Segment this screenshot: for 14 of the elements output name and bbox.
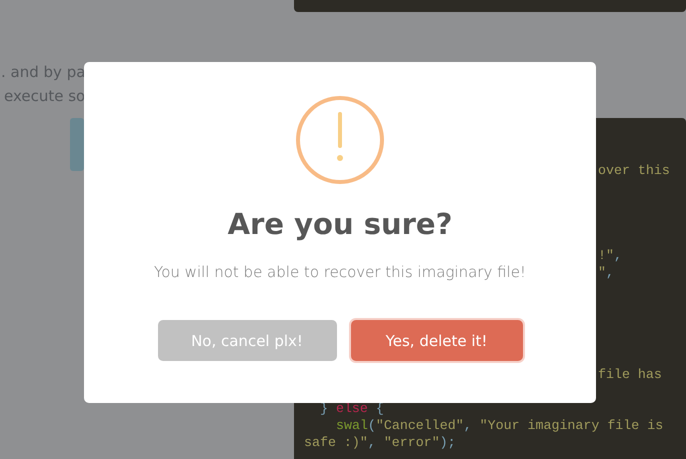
cancel-button[interactable]: No, cancel plx! xyxy=(158,320,336,361)
code-line: file has xyxy=(598,366,662,382)
code-line: swal("Cancelled", "Your imaginary file is xyxy=(336,416,664,434)
paragraph-text: execute so xyxy=(3,86,86,107)
dialog-message: You will not be able to recover this imaginary file! xyxy=(154,262,526,282)
paragraph-text: . and by pa xyxy=(0,62,86,83)
code-line: !", xyxy=(598,246,622,264)
code-line: ", xyxy=(598,264,614,280)
code-line: over this xyxy=(598,162,670,178)
warning-icon xyxy=(296,96,384,184)
dialog-title: Are you sure? xyxy=(228,206,452,242)
confirm-button[interactable]: Yes, delete it! xyxy=(350,320,522,361)
code-line: safe :)", "error"); xyxy=(304,434,456,450)
action-button[interactable] xyxy=(70,118,84,171)
